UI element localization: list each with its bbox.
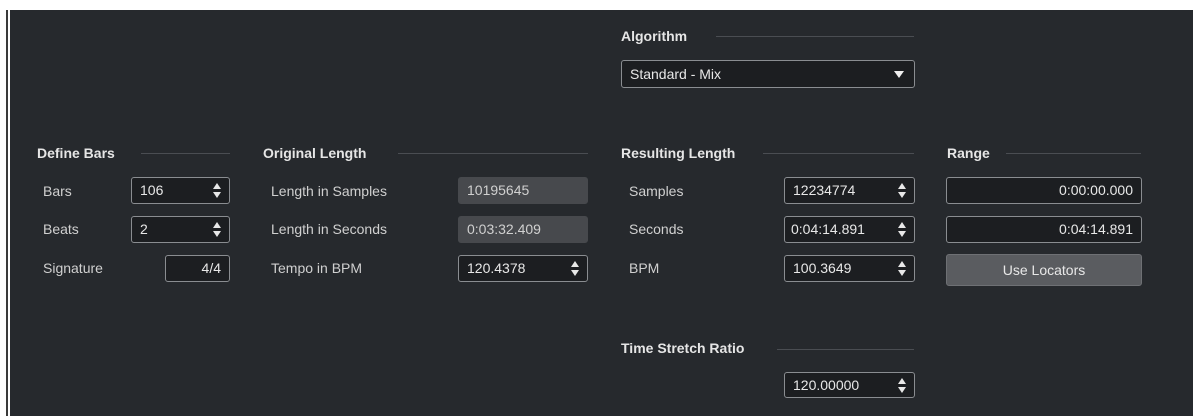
signature-label: Signature: [43, 260, 103, 276]
tempo-in-bpm-stepper[interactable]: 120.4378: [458, 255, 588, 282]
left-border: [6, 10, 8, 416]
algorithm-dropdown[interactable]: Standard - Mix: [621, 60, 915, 88]
tempo-in-bpm-label: Tempo in BPM: [271, 260, 363, 276]
seconds-label: Seconds: [629, 221, 684, 237]
resulting-length-heading: Resulting Length: [621, 145, 736, 161]
time-stretch-ratio-heading: Time Stretch Ratio: [621, 340, 745, 356]
resulting-length-divider: [763, 153, 914, 154]
bpm-value: 100.3649: [793, 260, 852, 276]
tempo-in-bpm-value: 120.4378: [467, 260, 526, 276]
algorithm-heading: Algorithm: [621, 28, 688, 44]
algorithm-value: Standard - Mix: [630, 66, 722, 82]
chevron-down-icon: [894, 71, 904, 78]
beats-stepper[interactable]: 2: [131, 216, 230, 243]
bars-label: Bars: [43, 183, 72, 199]
spin-arrows-icon[interactable]: [898, 222, 907, 237]
original-length-heading: Original Length: [263, 145, 367, 161]
samples-stepper[interactable]: 12234774: [784, 177, 915, 204]
time-stretch-ratio-divider: [777, 349, 914, 350]
original-length-divider: [398, 153, 588, 154]
range-end-field[interactable]: 0:04:14.891: [946, 216, 1142, 243]
beats-value: 2: [140, 221, 148, 237]
length-in-samples-field: 10195645: [458, 177, 588, 204]
bars-stepper[interactable]: 106: [131, 177, 230, 204]
define-bars-divider: [141, 153, 230, 154]
time-stretch-ratio-stepper[interactable]: 120.00000: [784, 372, 915, 398]
time-stretch-ratio-value: 120.00000: [793, 377, 860, 393]
spin-arrows-icon[interactable]: [898, 183, 907, 198]
length-in-seconds-field: 0:03:32.409: [458, 216, 588, 243]
spin-arrows-icon[interactable]: [213, 183, 222, 198]
spin-arrows-icon[interactable]: [898, 378, 907, 393]
range-start-field[interactable]: 0:00:00.000: [946, 177, 1142, 204]
use-locators-button[interactable]: Use Locators: [946, 254, 1142, 286]
length-in-samples-label: Length in Samples: [271, 183, 387, 199]
time-stretch-panel: Algorithm Standard - Mix Define Bars Bar…: [10, 10, 1193, 416]
bpm-stepper[interactable]: 100.3649: [784, 255, 915, 282]
define-bars-heading: Define Bars: [37, 145, 115, 161]
spin-arrows-icon[interactable]: [213, 222, 222, 237]
seconds-value: 0:04:14.891: [791, 221, 865, 237]
length-in-seconds-label: Length in Seconds: [271, 221, 387, 237]
samples-label: Samples: [629, 183, 684, 199]
range-divider: [1006, 153, 1141, 154]
seconds-stepper[interactable]: 0:04:14.891: [784, 216, 915, 243]
spin-arrows-icon[interactable]: [571, 261, 580, 276]
range-heading: Range: [947, 145, 990, 161]
samples-value: 12234774: [793, 182, 856, 198]
signature-field[interactable]: 4/4: [165, 255, 230, 282]
spin-arrows-icon[interactable]: [898, 261, 907, 276]
bpm-label: BPM: [629, 260, 660, 276]
bars-value: 106: [140, 182, 164, 198]
beats-label: Beats: [43, 221, 79, 237]
algorithm-divider: [716, 36, 914, 37]
